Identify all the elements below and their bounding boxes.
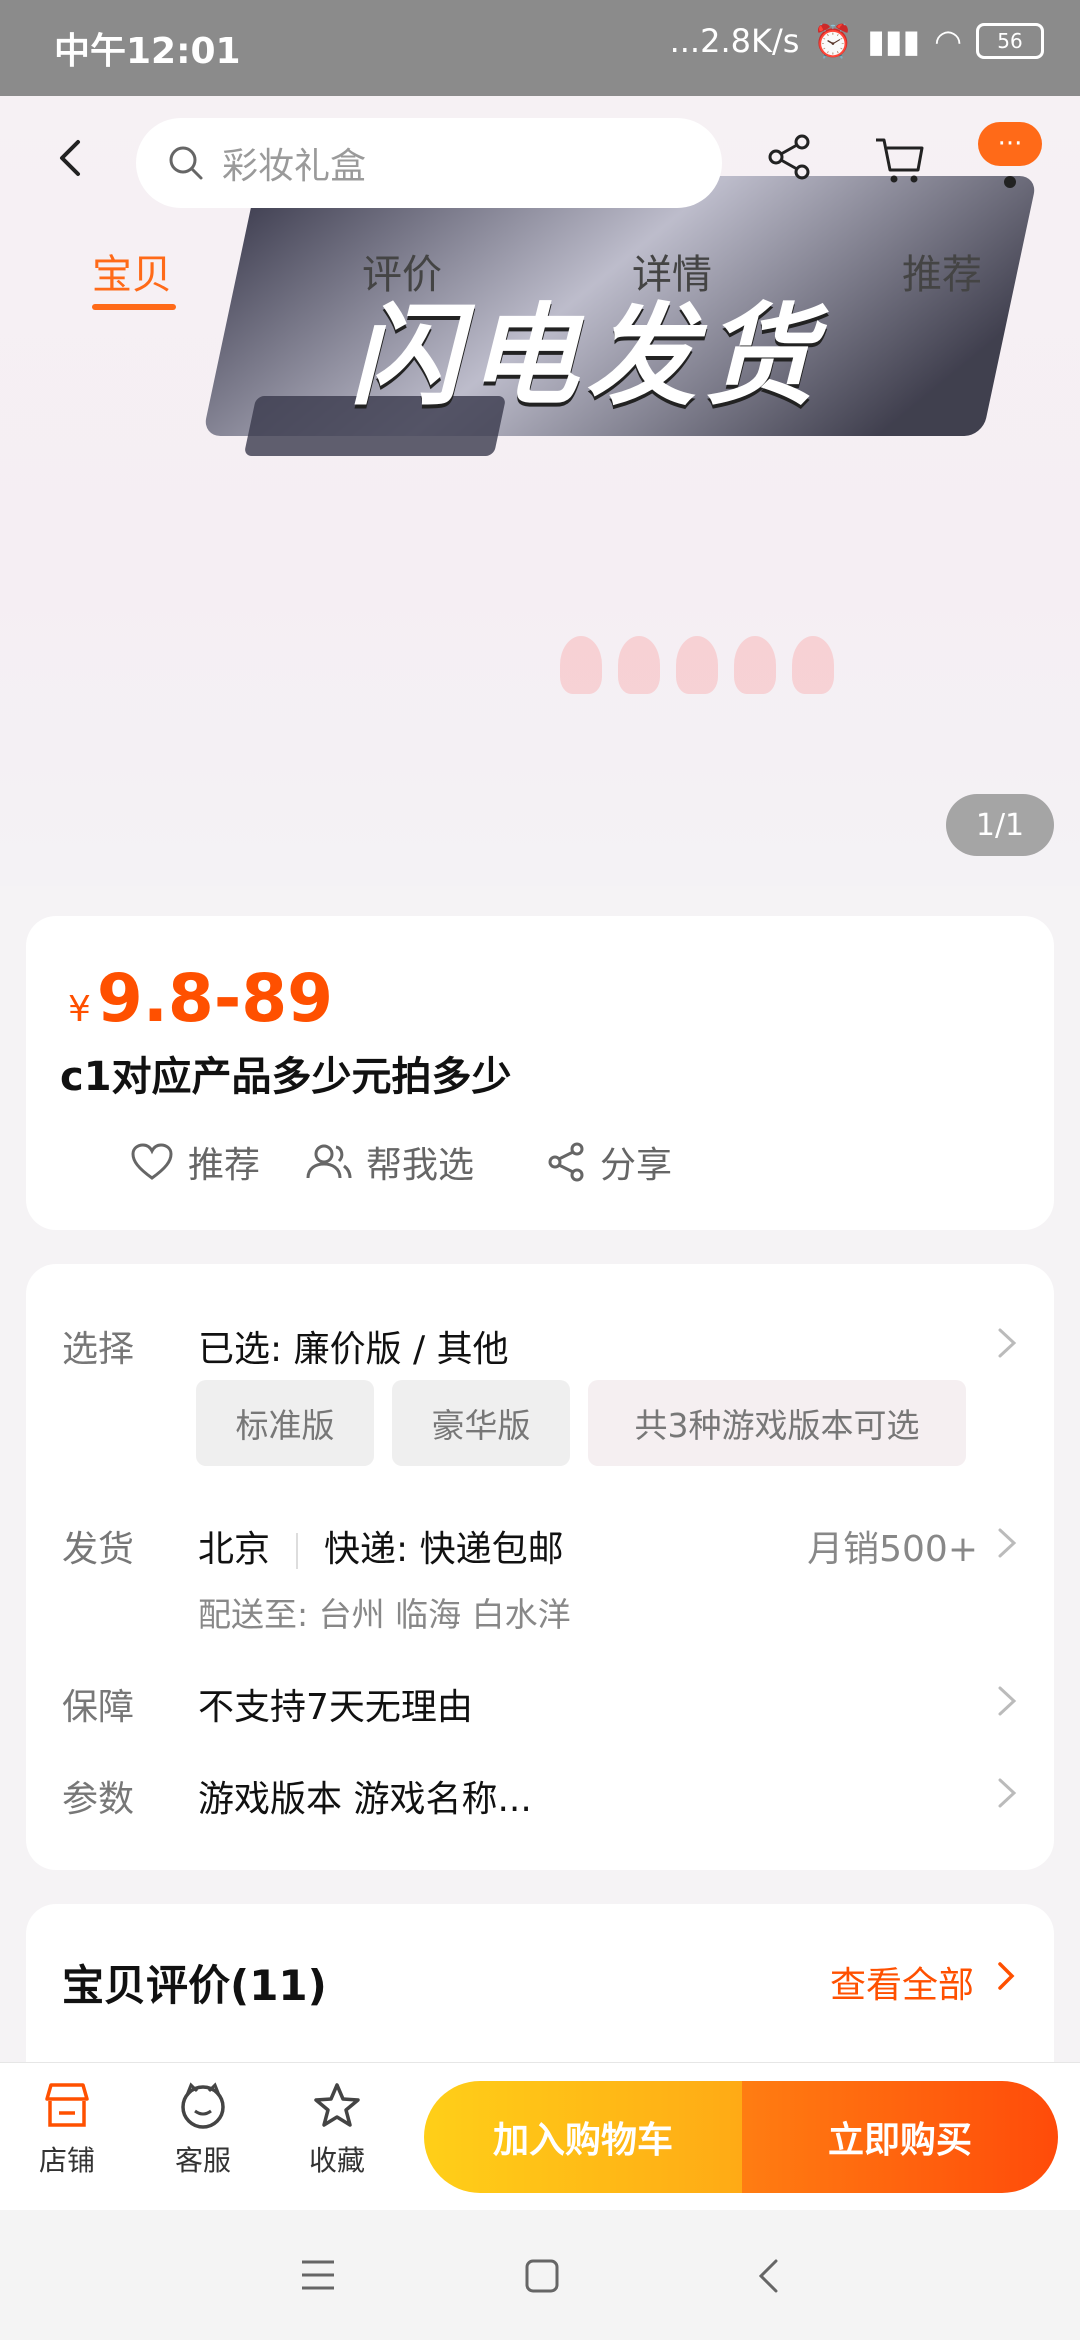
buy-now-button[interactable]: 立即购买 [742,2081,1058,2193]
tab-details[interactable]: 详情 [632,242,712,300]
back-icon[interactable] [756,2258,780,2294]
price-value: 9.8-89 [96,960,334,1037]
status-time: 中午12:01 [54,31,241,72]
status-bar: 中午12:01 ...2.8K/s ⏰ ▮▮▮ ◠ 56 [0,0,1080,96]
share-icon-small [548,1142,584,1182]
params-label: 参数 [62,1779,135,1820]
people-icon [306,1144,352,1179]
share-button[interactable]: 分享 [546,1136,672,1188]
service-button[interactable]: 客服 [148,2081,258,2179]
chevron-right-icon[interactable] [996,1684,1018,1718]
option-chip[interactable]: 标准版 [196,1380,374,1466]
product-title: c1对应产品多少元拍多少 [60,1054,512,1100]
favorite-button[interactable]: 收藏 [282,2081,392,2179]
ship-label: 发货 [62,1529,135,1570]
wifi-icon: ◠ [934,22,962,60]
bottom-action-bar: 店铺 客服 收藏 加入购物车 立即购买 [0,2062,1080,2211]
recommend-label: 推荐 [188,1145,261,1186]
back-arrow-icon[interactable] [50,136,94,180]
share-icon[interactable] [764,132,814,182]
customer-service-icon [181,2082,225,2129]
cart-icon[interactable] [872,132,928,188]
help-choose-label: 帮我选 [366,1145,475,1186]
params-value[interactable]: 游戏版本 游戏名称... [198,1770,532,1822]
option-chip[interactable]: 豪华版 [392,1380,570,1466]
select-label: 选择 [62,1329,135,1370]
guarantee-value[interactable]: 不支持7天无理由 [198,1678,473,1730]
service-label: 客服 [174,2144,231,2177]
tab-baobei[interactable]: 宝贝 [92,242,172,300]
shop-label: 店铺 [38,2144,95,2177]
add-to-cart-button[interactable]: 加入购物车 [424,2081,742,2193]
top-header: 彩妆礼盒 ··· [0,96,1080,230]
menu-icon[interactable] [300,2258,336,2292]
heart-icon [131,1143,173,1180]
select-value[interactable]: 已选: 廉价版 / 其他 [198,1320,509,1372]
search-icon [169,146,203,180]
tab-recommend[interactable]: 推荐 [902,242,982,300]
status-right: ...2.8K/s ⏰ ▮▮▮ ◠ 56 [670,22,1044,60]
price-card: ¥ 9.8-89 c1对应产品多少元拍多少 推荐 帮我选 分享 [26,916,1054,1230]
ship-city: 北京 [198,1529,271,1570]
guarantee-label: 保障 [62,1687,135,1728]
favorite-label: 收藏 [308,2144,365,2177]
currency-symbol: ¥ [68,989,91,1030]
system-nav-bar [0,2210,1080,2340]
search-placeholder: 彩妆礼盒 [222,146,367,187]
share-label: 分享 [600,1145,673,1186]
options-card: 选择 已选: 廉价版 / 其他 标准版 豪华版 共3种游戏版本可选 发货 北京 快… [26,1264,1054,1870]
signal-icon: ▮▮▮ [867,22,921,60]
reviews-title: 宝贝评价(11) [62,1961,327,2010]
chevron-right-icon[interactable] [996,1526,1018,1560]
battery-level: 56 [997,29,1023,53]
chevron-right-icon[interactable] [996,1326,1018,1360]
section-tabs: 宝贝 评价 详情 推荐 [0,232,1080,312]
home-icon[interactable] [524,2258,560,2294]
hero-decoration [560,636,834,694]
star-icon [314,2083,360,2127]
tab-reviews[interactable]: 评价 [362,242,442,300]
price: ¥ 9.8-89 [68,960,333,1037]
network-speed: ...2.8K/s [669,22,800,60]
view-all-reviews-link[interactable]: 查看全部 [830,1956,974,2008]
option-chip-more[interactable]: 共3种游戏版本可选 [588,1380,966,1466]
image-pager: 1/1 [946,794,1054,856]
divider [296,1533,299,1569]
deliver-to: 配送至: 台州 临海 白水洋 [198,1595,571,1634]
recommend-button[interactable]: 推荐 [130,1136,260,1188]
chevron-right-icon[interactable] [996,1960,1016,1992]
battery-icon: 56 [976,23,1044,59]
help-choose-button[interactable]: 帮我选 [304,1136,474,1188]
alarm-icon: ⏰ [813,22,854,60]
ship-info: 北京 快递: 快递包邮 [198,1520,564,1572]
more-menu-icon[interactable]: ··· [978,122,1042,166]
store-icon [45,2083,89,2127]
monthly-sales: 月销500+ [807,1529,978,1570]
notification-dot [1004,176,1016,188]
ship-method: 快递: 快递包邮 [324,1529,564,1570]
chevron-right-icon[interactable] [996,1776,1018,1810]
shop-button[interactable]: 店铺 [12,2081,122,2179]
search-box[interactable]: 彩妆礼盒 [136,118,722,208]
active-tab-indicator [92,304,176,310]
